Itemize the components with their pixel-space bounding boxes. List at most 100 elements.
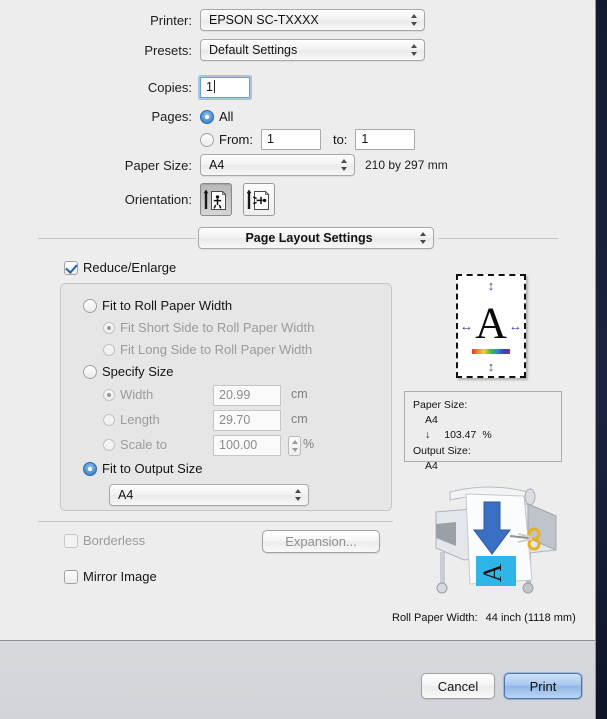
- copies-label: Copies:: [147, 80, 192, 95]
- fit-roll-paper-width-label: Fit to Roll Paper Width: [102, 298, 233, 313]
- width-radio[interactable]: [103, 388, 115, 401]
- mirror-image-checkbox[interactable]: [64, 569, 78, 584]
- scale-to-unit: %: [303, 437, 315, 451]
- length-unit: cm: [291, 412, 308, 426]
- roll-paper-width-caption: Roll Paper Width: 44 inch (1118 mm): [392, 612, 576, 624]
- scale-to-label: Scale to: [120, 437, 167, 452]
- fit-short-side-option[interactable]: Fit Short Side to Roll Paper Width: [103, 320, 314, 335]
- pages-all-radio[interactable]: [200, 109, 214, 124]
- fit-roll-paper-width-option[interactable]: Fit to Roll Paper Width: [83, 298, 232, 313]
- copies-row: Copies: 1: [0, 77, 250, 98]
- presets-label: Presets:: [144, 42, 192, 58]
- paper-size-value: A4: [209, 158, 225, 172]
- pages-to-input[interactable]: 1: [355, 129, 416, 150]
- reduce-enlarge-label: Reduce/Enlarge: [83, 260, 177, 275]
- pages-row: Pages: All: [0, 109, 234, 124]
- mirror-image-label: Mirror Image: [83, 569, 157, 584]
- info-output-size-value: A4: [425, 459, 438, 472]
- info-percent-sign: %: [482, 429, 492, 442]
- chevron-updown-icon: [411, 13, 418, 27]
- borderless-checkbox[interactable]: [64, 533, 78, 548]
- fit-output-size-radio[interactable]: [83, 461, 97, 476]
- roll-printer-illustration: A: [414, 474, 564, 604]
- pages-label: Pages:: [151, 109, 192, 124]
- scale-to-radio[interactable]: [103, 438, 115, 451]
- info-output-size-label: Output Size:: [413, 444, 471, 457]
- presets-row: Presets: Default Settings: [0, 39, 430, 61]
- pages-all-label: All: [219, 109, 234, 124]
- orientation-row: Orientation:: [0, 183, 275, 216]
- scale-to-input[interactable]: 100.00: [213, 435, 281, 456]
- separator-left: [38, 238, 196, 239]
- length-label: Length: [120, 412, 160, 427]
- chevron-updown-icon: [411, 43, 418, 57]
- expansion-button[interactable]: Expansion...: [262, 530, 380, 553]
- width-label: Width: [120, 387, 154, 402]
- presets-select[interactable]: Default Settings: [200, 39, 425, 61]
- preview-arrow-right-icon: ↔: [509, 318, 522, 334]
- info-paper-size-label: Paper Size:: [413, 399, 468, 411]
- paper-size-label: Paper Size:: [124, 157, 192, 173]
- chevron-updown-icon: [295, 488, 302, 502]
- copies-input[interactable]: 1: [200, 77, 250, 98]
- paper-size-row: Paper Size: A4 210 by 297 mm: [0, 154, 448, 176]
- specify-size-label: Specify Size: [102, 364, 174, 379]
- pages-range-radio[interactable]: [200, 132, 214, 147]
- paper-size-select[interactable]: A4: [200, 154, 355, 176]
- pages-from-label: From:: [219, 132, 253, 147]
- print-button[interactable]: Print: [504, 673, 582, 699]
- fit-short-side-radio[interactable]: [103, 321, 115, 334]
- pages-all-option[interactable]: All: [200, 109, 233, 124]
- chevron-updown-icon: [420, 231, 427, 245]
- svg-text:A: A: [478, 563, 507, 582]
- width-unit: cm: [291, 387, 308, 401]
- reduce-enlarge-option[interactable]: Reduce/Enlarge: [64, 260, 176, 275]
- dialog-footer: Cancel Print: [0, 640, 596, 719]
- orientation-portrait-button[interactable]: [200, 183, 232, 216]
- width-option[interactable]: Width: [103, 387, 153, 402]
- length-input[interactable]: 29.70: [213, 410, 281, 431]
- output-size-value: A4: [118, 488, 134, 502]
- scale-to-stepper[interactable]: [288, 436, 301, 456]
- info-arrow-down-icon: ↓: [425, 429, 431, 442]
- portrait-orientation-icon: [203, 189, 227, 210]
- paper-size-dimensions: 210 by 297 mm: [365, 158, 448, 172]
- pane-selector[interactable]: Page Layout Settings: [198, 227, 434, 249]
- pages-range-row: From: 1 to: 1: [200, 129, 416, 150]
- print-dialog: Printer: EPSON SC-TXXXX Presets: Default…: [0, 0, 596, 640]
- page-preview: A ↕ ↕ ↔ ↔: [456, 274, 526, 378]
- preview-letter: A: [475, 298, 507, 348]
- separator-right: [438, 238, 558, 239]
- borderless-label: Borderless: [83, 533, 146, 548]
- printer-select-value: EPSON SC-TXXXX: [209, 13, 319, 27]
- specify-size-option[interactable]: Specify Size: [83, 364, 174, 379]
- fit-output-size-label: Fit to Output Size: [102, 461, 203, 476]
- separator-bottom: [38, 521, 393, 522]
- fit-long-side-radio[interactable]: [103, 343, 115, 356]
- info-paper-size-value: A4: [425, 414, 438, 427]
- pages-from-input[interactable]: 1: [260, 129, 321, 150]
- scale-to-option[interactable]: Scale to: [103, 437, 167, 452]
- mirror-image-option[interactable]: Mirror Image: [64, 569, 157, 584]
- pages-to-label: to:: [332, 132, 348, 147]
- specify-size-radio[interactable]: [83, 364, 97, 379]
- fit-roll-paper-width-radio[interactable]: [83, 298, 97, 313]
- fit-output-size-option[interactable]: Fit to Output Size: [83, 461, 202, 476]
- screen: Untitled ▸ ▸ 10 12 14 16 18 20 22 24 26 …: [0, 0, 607, 719]
- chevron-updown-icon: [341, 158, 348, 172]
- cancel-button[interactable]: Cancel: [421, 673, 495, 699]
- borderless-option[interactable]: Borderless: [64, 533, 145, 548]
- output-size-select[interactable]: A4: [109, 484, 309, 506]
- preview-arrow-up-icon: ↕: [487, 278, 495, 293]
- fit-long-side-option[interactable]: Fit Long Side to Roll Paper Width: [103, 342, 312, 357]
- length-radio[interactable]: [103, 413, 115, 426]
- preview-color-bar: [472, 349, 510, 354]
- printer-select[interactable]: EPSON SC-TXXXX: [200, 9, 425, 31]
- printer-icon: A: [435, 486, 557, 594]
- reduce-enlarge-checkbox[interactable]: [64, 260, 78, 275]
- roll-paper-width-value: 44 inch (1118 mm): [485, 612, 576, 624]
- width-input[interactable]: 20.99: [213, 385, 281, 406]
- length-option[interactable]: Length: [103, 412, 160, 427]
- info-scale-percent: 103.47: [444, 429, 477, 442]
- orientation-landscape-button[interactable]: [243, 183, 275, 216]
